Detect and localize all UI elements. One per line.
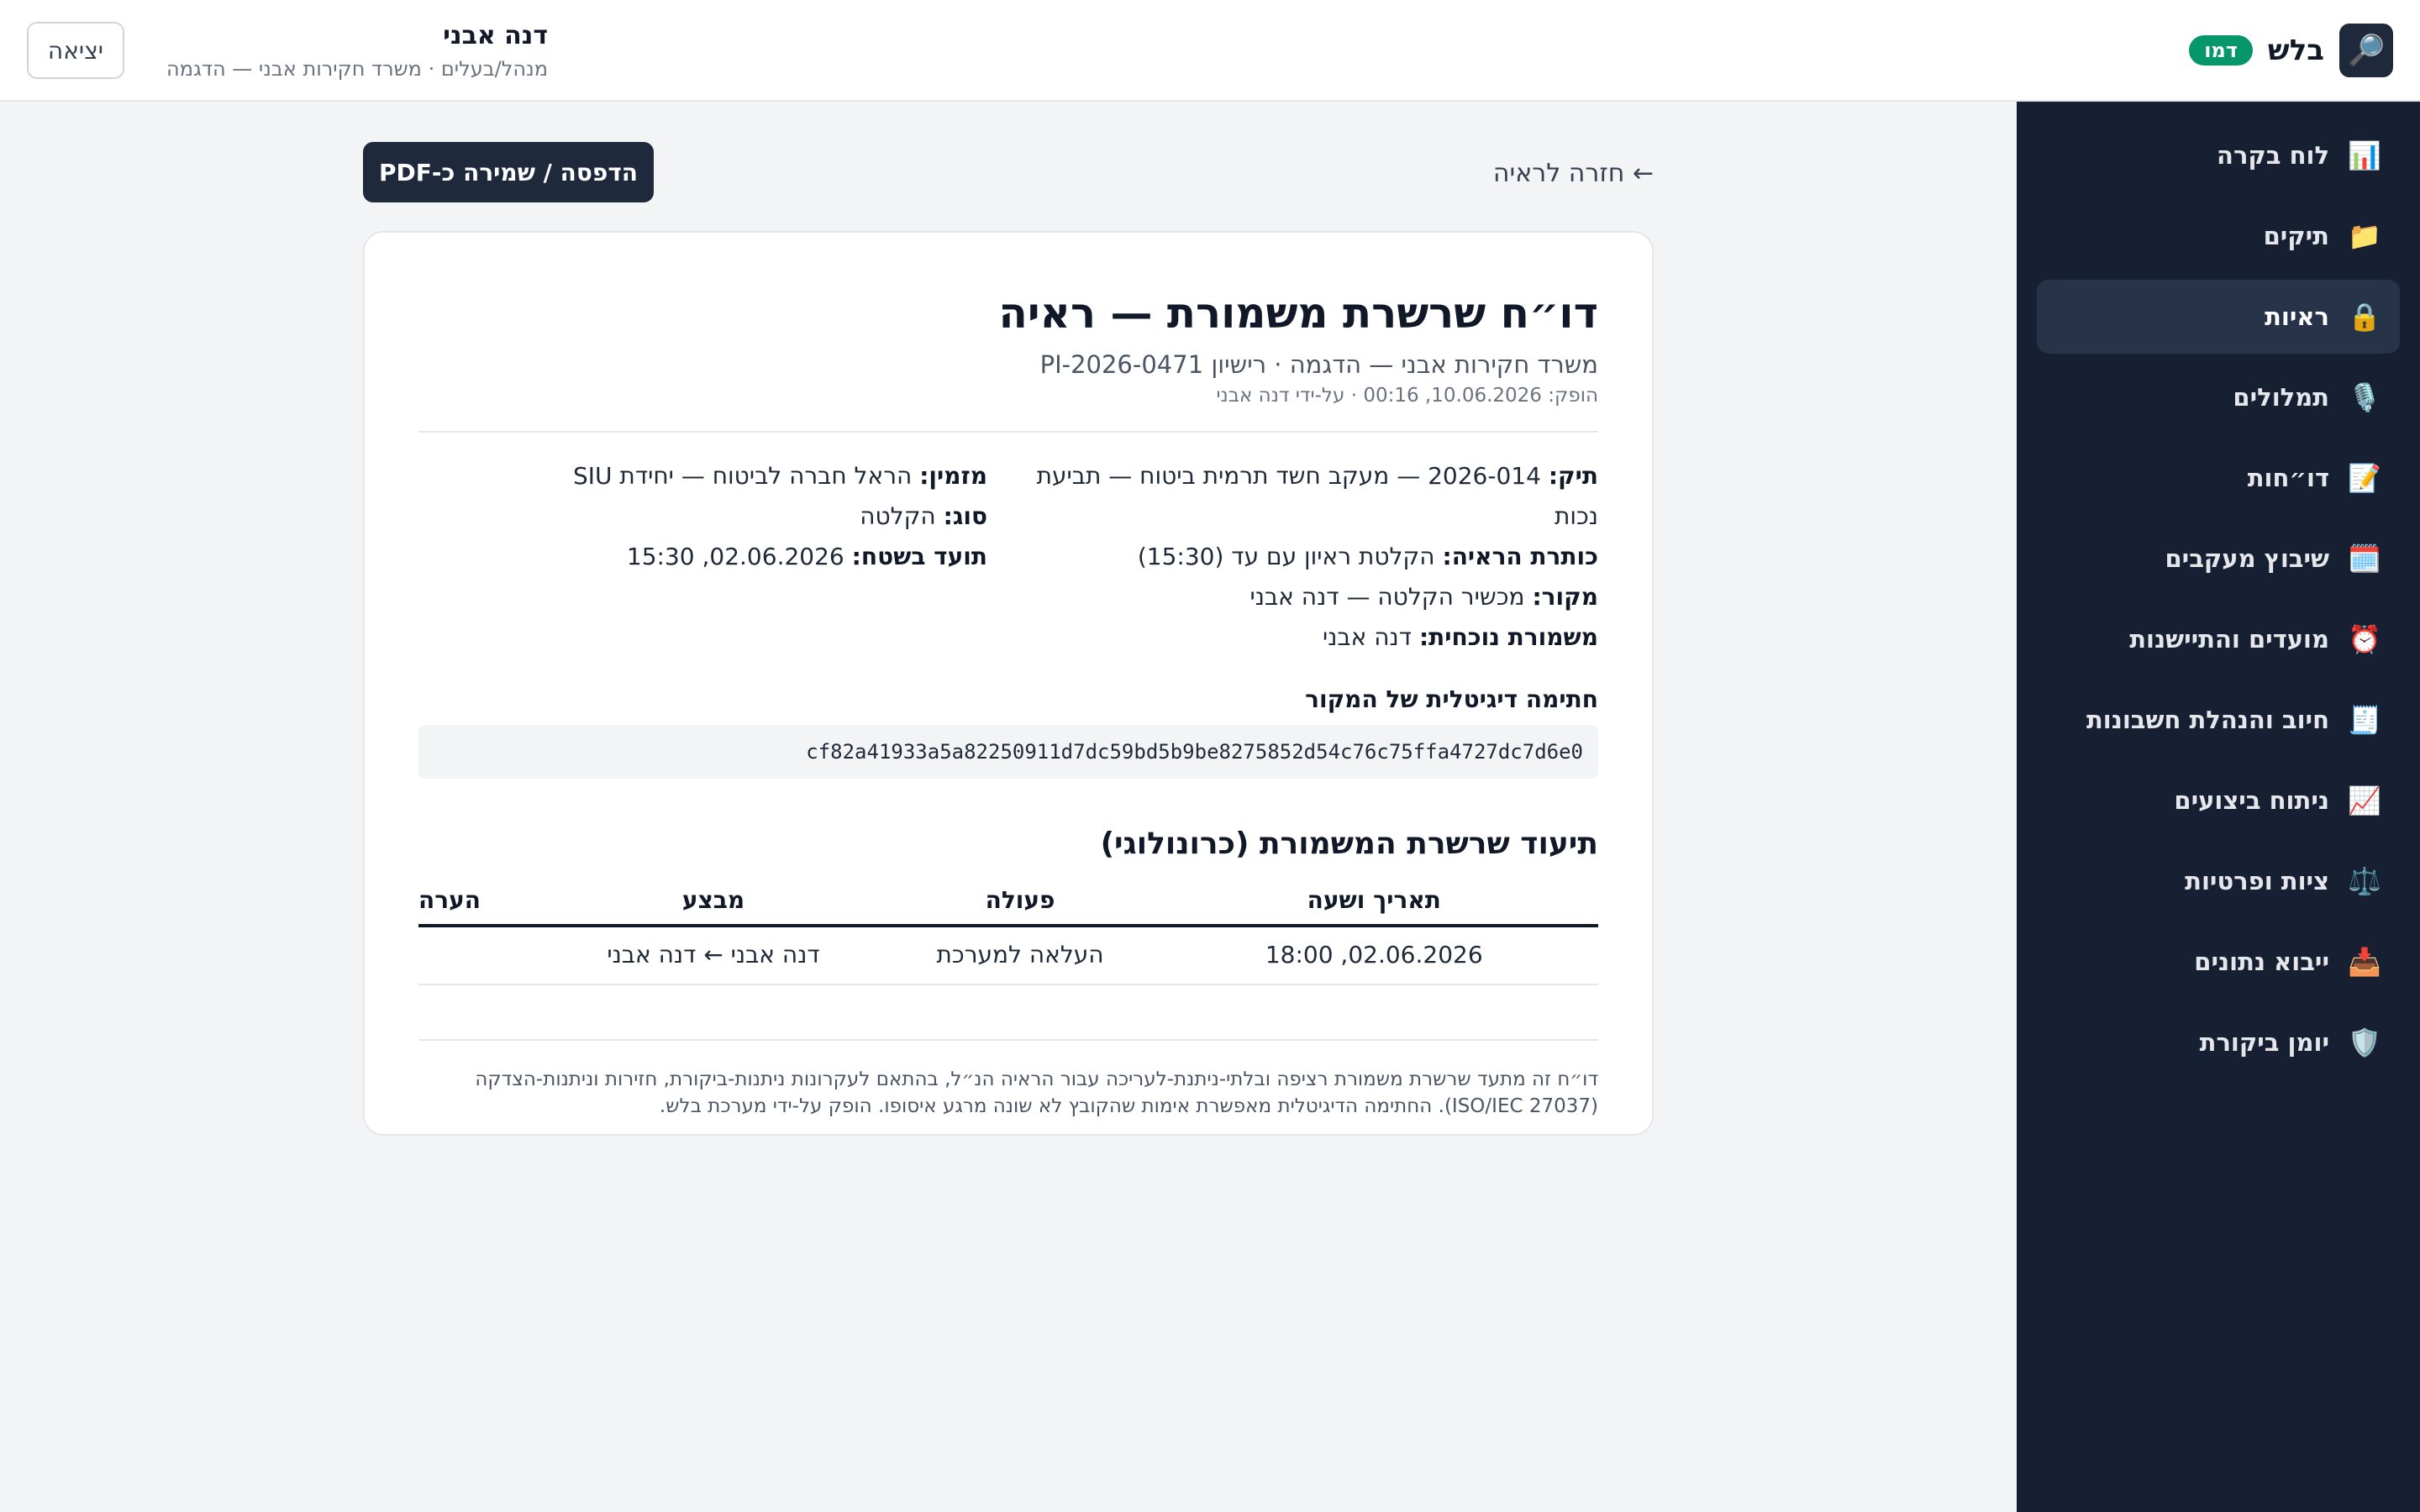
info-field: משמורת נוכחית: דנה אבני (1029, 617, 1598, 658)
sidebar-item-1[interactable]: 📁 תיקים (2037, 199, 2400, 273)
column-header-actor: מבצע (536, 881, 891, 927)
info-field-value: הראל חברה לביטוח — יחידת SIU (573, 462, 913, 490)
sidebar-item-label: דו״חות (2247, 464, 2329, 492)
brand[interactable]: 🔎 בלש דמו (2189, 23, 2393, 78)
sidebar-item-icon: ⏰ (2348, 623, 2381, 655)
info-field-value: הקלטה (860, 502, 936, 530)
signature-title: חתימה דיגיטלית של המקור (1305, 685, 1598, 713)
custody-log-title: תיעוד שרשרת המשמורת (כרונולוגי) (1100, 827, 1598, 861)
demo-badge: דמו (2189, 35, 2253, 66)
cell-actor: דנה אבני ← דנה אבני (536, 926, 891, 985)
logout-button[interactable]: יציאה (27, 22, 124, 79)
info-field-label: משמורת נוכחית: (1418, 623, 1598, 651)
info-field-label: כותרת הראיה: (1442, 543, 1599, 570)
sidebar-item-icon: 📥 (2348, 946, 2381, 978)
sidebar-item-9[interactable]: ⚖️ ציות ופרטיות (2037, 844, 2400, 918)
sidebar-item-7[interactable]: 🧾 חיוב והנהלת חשבונות (2037, 683, 2400, 757)
sidebar-item-label: חיוב והנהלת חשבונות (2086, 706, 2329, 734)
user-info: דנה אבני מנהל/בעלים · משרד חקירות אבני —… (145, 20, 548, 84)
cell-action: העלאה למערכת (890, 926, 1150, 985)
sidebar-item-icon: 🔒 (2348, 301, 2381, 333)
print-pdf-button[interactable]: הדפסה / שמירה כ-PDF (363, 142, 654, 202)
info-field-value: 2026-014 — מעקב חשד תרמית ביטוח — תביעת … (1036, 462, 1598, 530)
back-to-evidence-link[interactable]: ← חזרה לראיה (1493, 159, 1654, 188)
column-header-note: הערה (418, 881, 537, 927)
sidebar-item-icon: 🧾 (2348, 704, 2381, 736)
info-field-label: מזמין: (919, 462, 987, 490)
info-field: כותרת הראיה: הקלטת ראיון עם עד (15:30) (1029, 537, 1598, 577)
sidebar-item-icon: 📁 (2348, 220, 2381, 252)
sidebar-item-label: ראיות (2265, 302, 2329, 331)
magnifier-icon: 🔎 (2339, 24, 2393, 77)
sidebar-item-11[interactable]: 🛡️ יומן ביקורת (2037, 1005, 2400, 1079)
table-header-row: תאריך ושעה פעולה מבצע הערה (418, 881, 1598, 927)
sidebar-item-10[interactable]: 📥 ייבוא נתונים (2037, 925, 2400, 999)
sidebar-item-label: שיבוץ מעקבים (2165, 544, 2329, 573)
user-role: מנהל/בעלים · משרד חקירות אבני — הדגמה (166, 57, 548, 81)
sidebar-item-2[interactable]: 🔒 ראיות (2037, 280, 2400, 354)
info-field: תיק: 2026-014 — מעקב חשד תרמית ביטוח — ת… (1029, 456, 1598, 537)
info-field: מקור: מכשיר הקלטה — דנה אבני (1029, 577, 1598, 617)
column-header-action: פעולה (890, 881, 1150, 927)
report-footnote: דו״ח זה מתעד שרשרת משמורת רציפה ובלתי-ני… (475, 1068, 1598, 1117)
sidebar-item-label: מועדים והתיישנות (2129, 625, 2329, 654)
info-field-value: דנה אבני (1322, 623, 1413, 651)
report-meta: הופק: 10.06.2026, 00:16 · על-ידי דנה אבנ… (1216, 385, 1598, 407)
top-bar: 🔎 בלש דמו דנה אבני מנהל/בעלים · משרד חקי… (0, 0, 2420, 102)
divider (418, 431, 1598, 433)
table-spacer-row (418, 984, 1598, 1041)
sidebar: 📊 לוח בקרה 📁 תיקים 🔒 ראיות 🎙️ תמלולים 📝 דו״חות 🗓️ ש… (2017, 102, 2420, 1512)
custody-log-body: 02.06.2026, 18:00 העלאה למערכת דנה אבני ← … (418, 926, 1598, 1041)
info-field: תועד בשטח: 02.06.2026, 15:30 (418, 537, 987, 577)
sidebar-item-0[interactable]: 📊 לוח בקרה (2037, 118, 2400, 192)
info-column-left: מזמין: הראל חברה לביטוח — יחידת SIU סוג: … (418, 456, 987, 658)
sidebar-item-6[interactable]: ⏰ מועדים והתיישנות (2037, 602, 2400, 676)
empty-cell (418, 984, 1598, 1041)
info-field-label: מקור: (1532, 583, 1598, 611)
signature-hash[interactable]: cf82a41933a5a82250911d7dc59bd5b9be827585… (418, 725, 1598, 779)
sidebar-item-icon: 🛡️ (2348, 1026, 2381, 1058)
sidebar-item-icon: 📊 (2348, 139, 2381, 171)
sidebar-item-label: יומן ביקורת (2199, 1028, 2329, 1057)
sidebar-item-icon: 📝 (2348, 462, 2381, 494)
sidebar-item-icon: 📈 (2348, 785, 2381, 816)
sidebar-item-icon: 🎙️ (2348, 381, 2381, 413)
sidebar-item-4[interactable]: 📝 דו״חות (2037, 441, 2400, 515)
brand-name: בלש (2267, 34, 2324, 67)
info-field: סוג: הקלטה (418, 496, 987, 537)
sidebar-item-label: ייבוא נתונים (2194, 948, 2329, 976)
user-name: דנה אבני (443, 21, 548, 50)
sidebar-item-5[interactable]: 🗓️ שיבוץ מעקבים (2037, 522, 2400, 596)
sidebar-item-8[interactable]: 📈 ניתוח ביצועים (2037, 764, 2400, 837)
sidebar-item-label: ציות ופרטיות (2185, 867, 2329, 895)
sidebar-item-3[interactable]: 🎙️ תמלולים (2037, 360, 2400, 434)
report-title: דו״ח שרשרת משמורת — ראיה (998, 289, 1598, 338)
sidebar-item-icon: 🗓️ (2348, 543, 2381, 575)
report-subtitle: משרד חקירות אבני — הדגמה · רישיון PI-202… (1039, 350, 1598, 379)
cell-datetime: 02.06.2026, 18:00 (1150, 926, 1598, 985)
custody-log-table: תאריך ושעה פעולה מבצע הערה 02.06.2026, 1… (418, 881, 1598, 1041)
info-field-label: סוג: (943, 502, 987, 530)
sidebar-item-icon: ⚖️ (2348, 865, 2381, 897)
sidebar-item-label: תמלולים (2233, 383, 2329, 412)
info-field-value: הקלטת ראיון עם עד (15:30) (1137, 543, 1435, 570)
info-field-label: תיק: (1548, 462, 1598, 490)
info-field: מזמין: הראל חברה לביטוח — יחידת SIU (418, 456, 987, 496)
info-field-label: תועד בשטח: (851, 543, 987, 570)
info-column-right: תיק: 2026-014 — מעקב חשד תרמית ביטוח — ת… (1029, 456, 1598, 658)
sidebar-item-label: תיקים (2263, 222, 2329, 250)
info-field-value: 02.06.2026, 15:30 (626, 543, 844, 570)
report-info-grid: תיק: 2026-014 — מעקב חשד תרמית ביטוח — ת… (418, 456, 1598, 658)
table-row: 02.06.2026, 18:00 העלאה למערכת דנה אבני ← … (418, 926, 1598, 985)
custody-report-card: דו״ח שרשרת משמורת — ראיה משרד חקירות אבנ… (363, 231, 1654, 1136)
cell-note (418, 926, 537, 985)
sidebar-item-label: ניתוח ביצועים (2174, 786, 2329, 815)
column-header-datetime: תאריך ושעה (1150, 881, 1598, 927)
sidebar-item-label: לוח בקרה (2217, 141, 2329, 170)
info-field-value: מכשיר הקלטה — דנה אבני (1249, 583, 1525, 611)
main-content: ← חזרה לראיה הדפסה / שמירה כ-PDF דו״ח שר… (0, 102, 2017, 1512)
